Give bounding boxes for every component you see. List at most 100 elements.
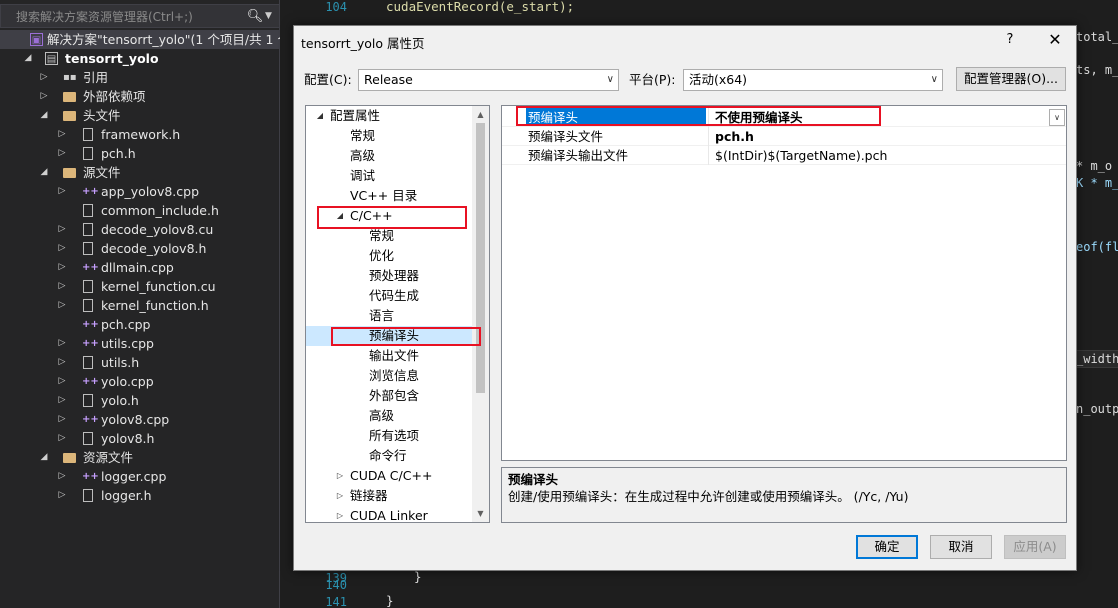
close-button[interactable]: ✕ [1044, 29, 1066, 51]
category-code-generation[interactable]: 代码生成 [306, 286, 473, 306]
code-fragment[interactable]: * m_o [1076, 159, 1112, 173]
category-preprocessor[interactable]: 预处理器 [306, 266, 473, 286]
collapse-icon[interactable]: ◢ [335, 206, 345, 226]
tree-file-decode-yolov8-cu[interactable]: ▷ decode_yolov8.cu [0, 220, 280, 239]
category-scrollbar[interactable]: ▲ ▼ [472, 106, 489, 522]
category-c-cpp[interactable]: ◢ C/C++ [306, 206, 473, 226]
property-grid[interactable]: 预编译头 不使用预编译头 ∨ 预编译头文件 pch.h 预编译头输出文件 $(I… [501, 105, 1067, 461]
expand-icon[interactable]: ▷ [56, 353, 68, 372]
tree-node-header-files[interactable]: ◢ 头文件 [0, 106, 280, 125]
category-general[interactable]: 常规 [306, 126, 473, 146]
tree-file-logger-h[interactable]: ▷ logger.h [0, 486, 280, 505]
property-value[interactable]: $(IntDir)$(TargetName).pch [713, 146, 1053, 164]
code-line[interactable]: } [386, 593, 394, 608]
expand-icon[interactable]: ▷ [38, 68, 50, 87]
expand-icon[interactable]: ▷ [56, 410, 68, 429]
expand-icon[interactable]: ▷ [56, 429, 68, 448]
code-fragment[interactable]: ts, m_ [1076, 63, 1118, 77]
scroll-up-icon[interactable]: ▲ [472, 106, 489, 123]
property-row-precompiled-header-output[interactable]: 预编译头输出文件 $(IntDir)$(TargetName).pch [502, 146, 1066, 165]
property-row-precompiled-header-file[interactable]: 预编译头文件 pch.h [502, 127, 1066, 146]
category-browse-information[interactable]: 浏览信息 [306, 366, 473, 386]
chevron-down-icon[interactable]: ∨ [1049, 109, 1065, 126]
category-output-files[interactable]: 输出文件 [306, 346, 473, 366]
expand-icon[interactable]: ▷ [56, 258, 68, 277]
tree-file-logger-cpp[interactable]: ▷ ++ logger.cpp [0, 467, 280, 486]
tree-file-kernel-function-cu[interactable]: ▷ kernel_function.cu [0, 277, 280, 296]
category-optimization[interactable]: 优化 [306, 246, 473, 266]
scrollbar-thumb[interactable] [476, 123, 485, 393]
category-configuration-properties[interactable]: ◢ 配置属性 [306, 106, 473, 126]
category-all-options[interactable]: 所有选项 [306, 426, 473, 446]
tree-node-resource-files[interactable]: ◢ 资源文件 [0, 448, 280, 467]
expand-icon[interactable]: ▷ [56, 125, 68, 144]
property-value[interactable]: pch.h [713, 127, 1053, 145]
search-icon[interactable]: 🔍︎ [245, 9, 265, 24]
expand-icon[interactable]: ▷ [56, 391, 68, 410]
apply-button[interactable]: 应用(A) [1004, 535, 1066, 559]
tree-file-common-include-h[interactable]: common_include.h [0, 201, 280, 220]
category-external-includes[interactable]: 外部包含 [306, 386, 473, 406]
tree-node-source-files[interactable]: ◢ 源文件 [0, 163, 280, 182]
ok-button[interactable]: 确定 [856, 535, 918, 559]
tree-file-pch-h[interactable]: ▷ pch.h [0, 144, 280, 163]
cancel-button[interactable]: 取消 [930, 535, 992, 559]
expand-icon[interactable]: ▷ [335, 466, 345, 486]
tree-node-external-deps[interactable]: ▷ 外部依赖项 [0, 87, 280, 106]
help-button[interactable]: ? [1000, 29, 1020, 51]
tree-file-app-yolov8-cpp[interactable]: ▷ ++ app_yolov8.cpp [0, 182, 280, 201]
collapse-icon[interactable]: ◢ [22, 49, 34, 68]
category-c-cpp-general[interactable]: 常规 [306, 226, 473, 246]
tree-file-kernel-function-h[interactable]: ▷ kernel_function.h [0, 296, 280, 315]
category-advanced[interactable]: 高级 [306, 146, 473, 166]
property-value[interactable]: 不使用预编译头 [713, 108, 1053, 126]
chevron-down-icon[interactable]: ▼ [265, 11, 279, 21]
category-debugging[interactable]: 调试 [306, 166, 473, 186]
collapse-icon[interactable]: ◢ [315, 106, 325, 126]
category-cuda-c-cpp[interactable]: ▷ CUDA C/C++ [306, 466, 473, 486]
category-tree[interactable]: ◢ 配置属性 常规 高级 调试 VC++ 目录 ◢ C/C++ 常规 优化 预处… [305, 105, 490, 523]
category-linker[interactable]: ▷ 链接器 [306, 486, 473, 506]
category-precompiled-headers[interactable]: 预编译头 [306, 326, 473, 346]
code-fragment[interactable]: _width [1076, 352, 1118, 366]
tree-file-yolo-cpp[interactable]: ▷ ++ yolo.cpp [0, 372, 280, 391]
configuration-manager-button[interactable]: 配置管理器(O)... [956, 67, 1066, 91]
code-fragment[interactable]: eof(fl [1076, 240, 1118, 254]
expand-icon[interactable]: ▷ [56, 182, 68, 201]
category-command-line[interactable]: 命令行 [306, 446, 473, 466]
solution-root-node[interactable]: ▣ 解决方案"tensorrt_yolo"(1 个项目/共 1 个) [0, 30, 280, 49]
platform-select[interactable]: 活动(x64) ∨ [683, 69, 943, 91]
expand-icon[interactable]: ▷ [56, 296, 68, 315]
solution-search-input[interactable]: 搜索解决方案资源管理器(Ctrl+;) [1, 8, 245, 25]
expand-icon[interactable]: ▷ [56, 220, 68, 239]
tree-file-framework-h[interactable]: ▷ framework.h [0, 125, 280, 144]
tree-file-pch-cpp[interactable]: ++ pch.cpp [0, 315, 280, 334]
property-row-precompiled-header[interactable]: 预编译头 不使用预编译头 ∨ [502, 108, 1066, 127]
code-fragment[interactable]: n_outp [1076, 402, 1118, 416]
tree-file-utils-h[interactable]: ▷ utils.h [0, 353, 280, 372]
expand-icon[interactable]: ▷ [56, 334, 68, 353]
category-language[interactable]: 语言 [306, 306, 473, 326]
solution-search-box[interactable]: 搜索解决方案资源管理器(Ctrl+;) 🔍︎ ▼ [0, 4, 280, 28]
expand-icon[interactable]: ▷ [56, 239, 68, 258]
tree-file-yolov8-cpp[interactable]: ▷ ++ yolov8.cpp [0, 410, 280, 429]
collapse-icon[interactable]: ◢ [38, 163, 50, 182]
expand-icon[interactable]: ▷ [56, 372, 68, 391]
category-vc-directories[interactable]: VC++ 目录 [306, 186, 473, 206]
tree-file-dllmain-cpp[interactable]: ▷ ++ dllmain.cpp [0, 258, 280, 277]
expand-icon[interactable]: ▷ [56, 277, 68, 296]
tree-file-decode-yolov8-h[interactable]: ▷ decode_yolov8.h [0, 239, 280, 258]
expand-icon[interactable]: ▷ [38, 87, 50, 106]
code-line[interactable]: } [414, 569, 422, 584]
code-line[interactable]: cudaEventRecord(e_start); [386, 0, 574, 14]
project-node[interactable]: ◢ ▤ tensorrt_yolo [0, 49, 280, 68]
tree-node-references[interactable]: ▷ ▪▪ 引用 [0, 68, 280, 87]
tree-file-yolov8-h[interactable]: ▷ yolov8.h [0, 429, 280, 448]
category-cuda-linker[interactable]: ▷ CUDA Linker [306, 506, 473, 522]
tree-file-utils-cpp[interactable]: ▷ ++ utils.cpp [0, 334, 280, 353]
expand-icon[interactable]: ▷ [56, 467, 68, 486]
expand-icon[interactable]: ▷ [56, 486, 68, 505]
expand-icon[interactable]: ▷ [335, 486, 345, 506]
configuration-select[interactable]: Release ∨ [358, 69, 619, 91]
expand-icon[interactable]: ▷ [335, 506, 345, 522]
